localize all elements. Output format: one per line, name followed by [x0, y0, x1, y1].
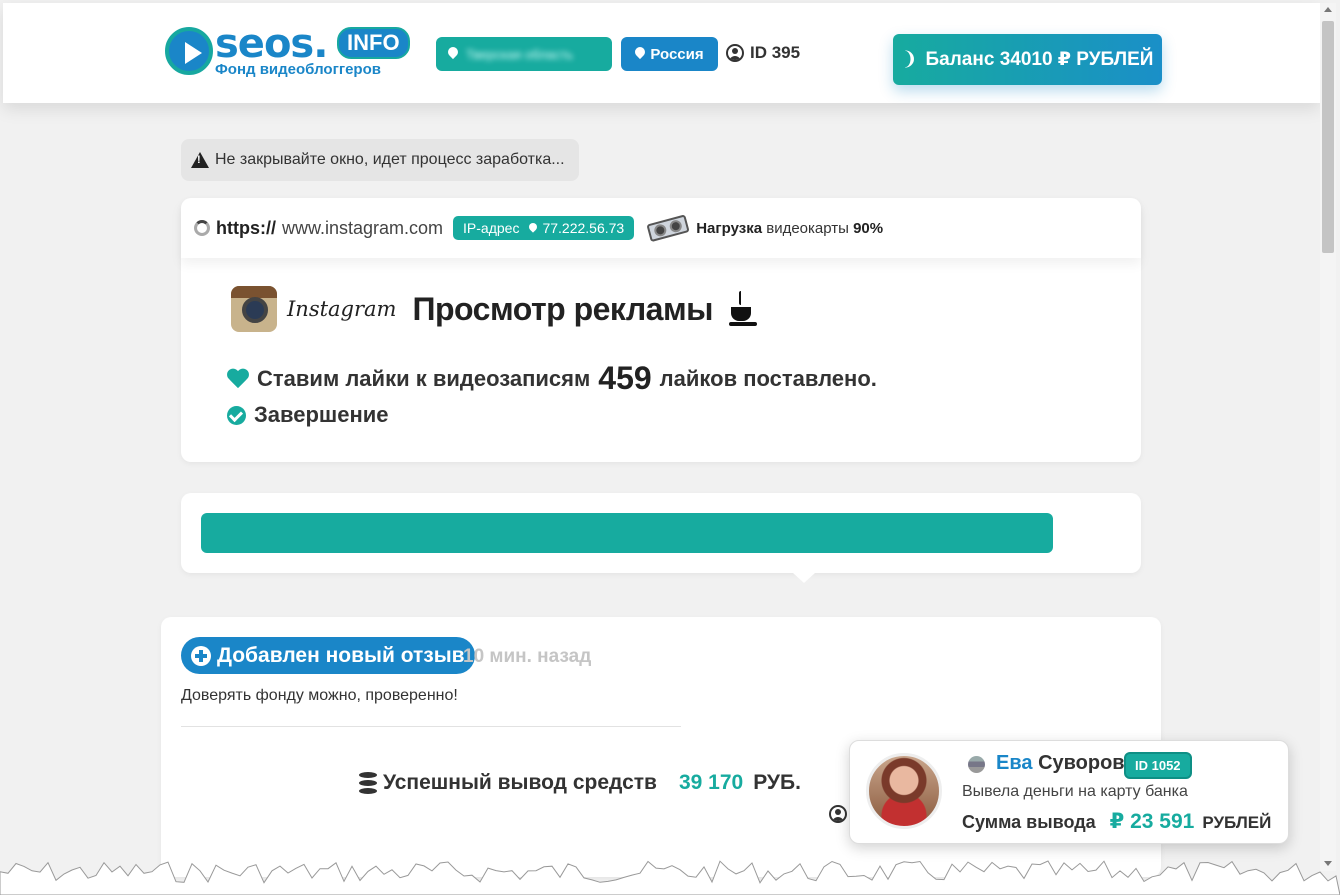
- toast-sum-row: Сумма вывода ₽ 23 591 РУБЛЕЙ: [962, 809, 1271, 834]
- plus-circle-icon: [191, 645, 211, 666]
- gpu-value: 90%: [853, 219, 884, 237]
- ip-value-group: 77.222.56.73: [527, 220, 625, 236]
- url-host: www.instagram.com: [282, 217, 444, 238]
- toast-id-badge: ID 1052: [1124, 752, 1192, 779]
- withdraw-label: Успешный вывод средств: [383, 771, 657, 794]
- instagram-wordmark: Instagram: [287, 297, 397, 321]
- scroll-thumb[interactable]: [1322, 21, 1334, 253]
- map-pin-icon: [445, 44, 461, 60]
- task-title-row: Instagram Просмотр рекламы: [231, 286, 759, 332]
- scroll-up-arrow-icon[interactable]: [1324, 7, 1332, 12]
- loading-spinner-icon: [194, 220, 210, 236]
- task-title: Просмотр рекламы: [412, 290, 713, 327]
- likes-prefix: Ставим лайки к видеозаписям: [257, 365, 591, 391]
- new-review-badge[interactable]: Добавлен новый отзыв: [181, 637, 475, 674]
- instagram-camera-icon: [231, 286, 277, 332]
- toast-sum-value: ₽ 23 591: [1109, 810, 1195, 833]
- review-text: Доверять фонду можно, проверенно!: [181, 687, 458, 704]
- toast-user-name: Ева Суворова: [996, 752, 1135, 775]
- balance-label: Баланс 34010 ₽ РУБЛЕЙ: [925, 49, 1154, 70]
- withdrawal-toast[interactable]: Ева Суворова ID 1052 Вывела деньги на ка…: [849, 740, 1289, 844]
- toast-first-name: Ева: [996, 752, 1033, 774]
- heart-icon: [227, 369, 249, 389]
- ip-label: IP-адрес: [463, 220, 520, 236]
- gpu-label: Нагрузка: [696, 219, 763, 237]
- toast-sum-currency: РУБЛЕЙ: [1202, 813, 1272, 832]
- warning-icon: [191, 152, 209, 168]
- withdraw-summary: Успешный вывод средств 39 170 РУБ.: [359, 771, 801, 795]
- progress-bar: [201, 513, 1121, 553]
- gpu-text: видеокарты: [766, 219, 849, 237]
- progress-fill: [201, 513, 1053, 553]
- completion-label: Завершение: [254, 402, 389, 427]
- toast-last-name: Суворова: [1038, 752, 1136, 774]
- task-card: https:// www.instagram.com IP-адрес 77.2…: [181, 198, 1141, 462]
- flag-icon: [968, 756, 985, 773]
- divider: [181, 726, 681, 727]
- check-circle-icon: [227, 405, 246, 425]
- withdraw-currency: РУБ.: [753, 771, 801, 794]
- logo-subtitle: Фонд видеоблоггеров: [215, 61, 381, 78]
- likes-count: 459: [598, 360, 652, 396]
- progress-card: [181, 493, 1141, 573]
- url-scheme: https://: [216, 217, 276, 238]
- country-pill[interactable]: Россия: [621, 37, 718, 71]
- notice-banner: Не закрывайте окно, идет процесс заработ…: [181, 139, 579, 181]
- withdraw-amount: 39 170: [678, 771, 744, 794]
- moon-icon: ❩: [901, 49, 918, 70]
- toast-message: Вывела деньги на карту банка: [962, 783, 1188, 800]
- review-time: 10 мин. назад: [463, 646, 592, 667]
- user-id-label: ID 395: [750, 43, 801, 62]
- map-pin-icon: [633, 44, 648, 60]
- completion-status: Завершение: [227, 402, 389, 428]
- map-pin-icon: [527, 221, 540, 233]
- logo-badge: INFO: [337, 27, 410, 59]
- database-icon: [359, 772, 377, 794]
- notice-text: Не закрывайте окно, идет процесс заработ…: [215, 151, 565, 168]
- play-icon: [165, 27, 213, 75]
- user-circle-icon: [726, 44, 744, 62]
- user-circle-icon: [829, 805, 847, 823]
- coffee-cup-icon: [728, 291, 759, 327]
- new-review-label: Добавлен новый отзыв: [217, 643, 465, 667]
- torn-edge: [0, 860, 1340, 895]
- site-logo[interactable]: seos. INFO Фонд видеоблоггеров: [165, 21, 420, 81]
- url-bar: https:// www.instagram.com IP-адрес 77.2…: [181, 198, 1141, 258]
- toast-sum-label: Сумма вывода: [962, 812, 1096, 832]
- progress-caret: [793, 573, 815, 583]
- page-scrollbar[interactable]: [1320, 3, 1336, 871]
- graphics-card-icon: [646, 210, 693, 246]
- country-label: Россия: [650, 45, 704, 63]
- balance-button[interactable]: ❩ Баланс 34010 ₽ РУБЛЕЙ: [893, 34, 1162, 85]
- ip-value: 77.222.56.73: [542, 220, 625, 236]
- gpu-load: Нагрузка видеокарты 90%: [696, 220, 883, 237]
- ip-badge: IP-адрес 77.222.56.73: [453, 216, 635, 240]
- region-pill[interactable]: Тверская область: [436, 37, 612, 71]
- likes-suffix: лайков поставлено.: [659, 365, 877, 391]
- likes-status: Ставим лайки к видеозаписям 459 лайков п…: [227, 360, 877, 397]
- user-id: ID 395: [726, 43, 800, 63]
- avatar: [866, 753, 942, 829]
- region-label: Тверская область: [466, 46, 574, 62]
